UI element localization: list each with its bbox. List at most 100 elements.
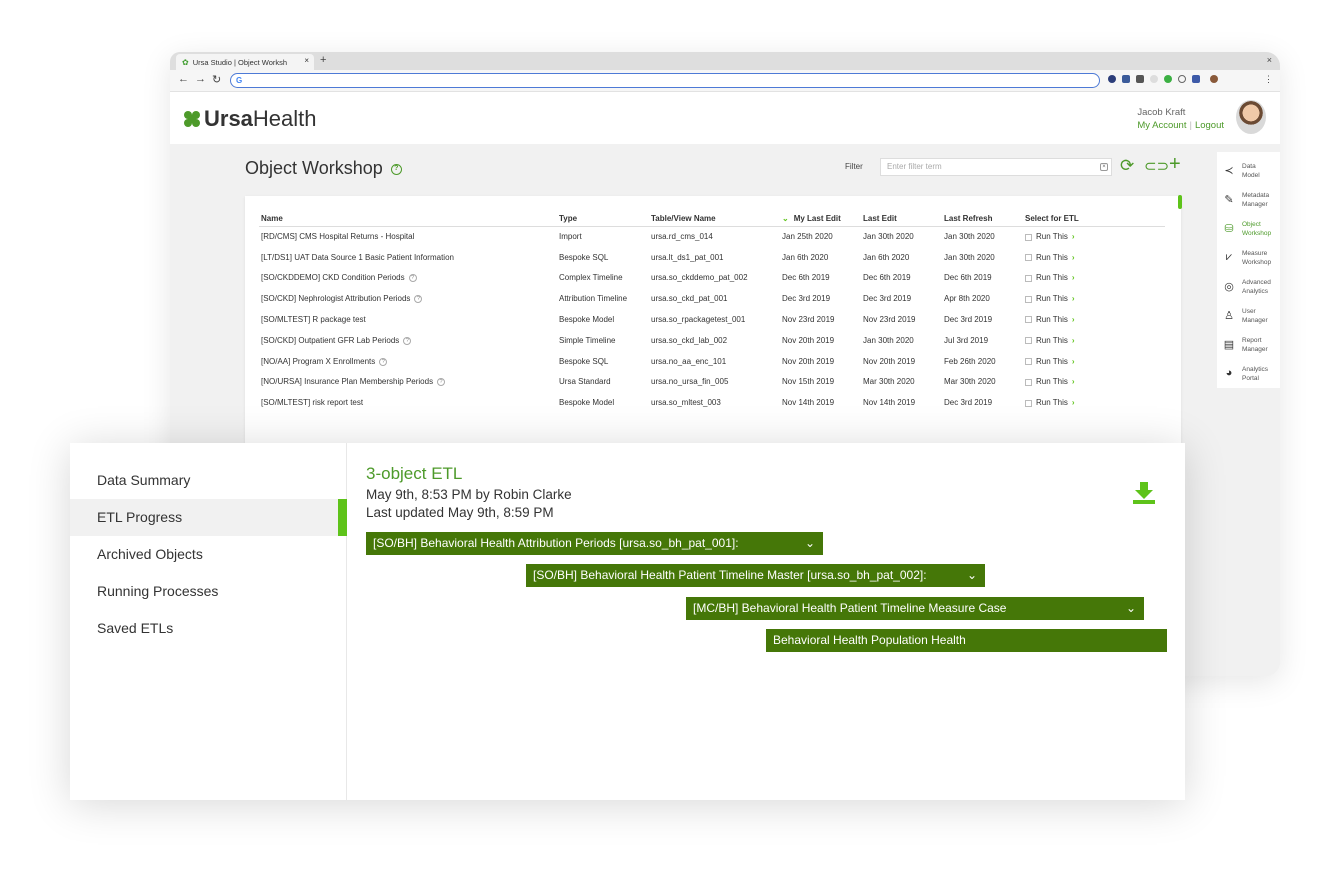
back-icon[interactable]: ←	[178, 73, 189, 85]
help-icon[interactable]: ?	[379, 357, 388, 366]
column-header-select-etl: Select for ETL	[1023, 212, 1165, 227]
chevron-right-icon[interactable]: ›	[1072, 336, 1075, 345]
extension-icon[interactable]	[1136, 75, 1144, 83]
column-header-last-refresh[interactable]: Last Refresh	[942, 212, 1023, 227]
reload-icon[interactable]: ↻	[212, 73, 221, 86]
side-menu-item[interactable]: ≺ Data Model	[1217, 157, 1280, 186]
browser-tab[interactable]: ✿ Ursa Studio | Object Worksh ×	[176, 54, 314, 70]
last-refresh-cell-text: Dec 6th 2019	[944, 273, 992, 283]
nav-item-etl-progress[interactable]: ETL Progress	[70, 499, 347, 536]
help-icon[interactable]: ?	[403, 336, 412, 345]
extension-icon[interactable]	[1108, 75, 1116, 83]
name-cell: [SO/CKDDEMO] CKD Condition Periods?	[259, 268, 557, 289]
column-header-name[interactable]: Name	[259, 212, 557, 227]
ursa-favicon-icon: ✿	[182, 57, 189, 67]
refresh-icon[interactable]: ⟳	[1120, 156, 1134, 176]
column-header-table[interactable]: Table/View Name	[649, 212, 780, 227]
column-header-last-edit[interactable]: Last Edit	[861, 212, 942, 227]
run-this-checkbox[interactable]	[1025, 295, 1032, 303]
nav-item-archived-objects[interactable]: Archived Objects	[70, 536, 347, 573]
table-row[interactable]: [NO/URSA] Insurance Plan Membership Peri…	[259, 372, 1165, 393]
forward-icon[interactable]: →	[195, 73, 206, 85]
chart-person-icon: ⩗	[1225, 251, 1233, 263]
side-menu-item[interactable]: ⛁ Object Workshop	[1217, 215, 1280, 244]
my-last-edit-cell: Jan 6th 2020	[780, 247, 861, 268]
nav-item-data-summary[interactable]: Data Summary	[70, 462, 347, 499]
avatar[interactable]	[1236, 100, 1266, 134]
nav-item-saved-etls[interactable]: Saved ETLs	[70, 610, 347, 647]
nav-item-running-processes[interactable]: Running Processes	[70, 573, 347, 610]
etl-object-bar[interactable]: [SO/BH] Behavioral Health Attribution Pe…	[366, 532, 823, 555]
logout-link[interactable]: Logout	[1195, 120, 1224, 131]
run-this-checkbox[interactable]	[1025, 337, 1032, 345]
help-icon[interactable]: ?	[408, 274, 417, 283]
select-etl-cell: Run This ›	[1023, 372, 1165, 393]
chevron-right-icon[interactable]: ›	[1072, 377, 1075, 386]
column-header-my-last-edit[interactable]: ⌄ My Last Edit	[780, 212, 861, 227]
table-row[interactable]: [SO/MLTEST] risk report test Bespoke Mode…	[259, 392, 1165, 413]
toggle-icon[interactable]: ⊂⊃	[1144, 157, 1169, 175]
table-row[interactable]: [NO/AA] Program X Enrollments? Bespoke SQ…	[259, 351, 1165, 372]
table-row[interactable]: [SO/CKD] Outpatient GFR Lab Periods? Simp…	[259, 330, 1165, 351]
chevron-right-icon[interactable]: ›	[1072, 253, 1075, 262]
download-icon[interactable]	[1132, 481, 1156, 505]
profile-avatar-icon[interactable]	[1210, 75, 1218, 83]
table-row[interactable]: [LT/DS1] UAT Data Source 1 Basic Patient…	[259, 247, 1165, 268]
new-tab-button[interactable]: +	[320, 54, 326, 66]
clear-filter-icon[interactable]: ×	[1100, 163, 1108, 171]
etl-object-bar[interactable]: [SO/BH] Behavioral Health Patient Timeli…	[526, 564, 985, 587]
run-this-checkbox[interactable]	[1025, 233, 1032, 241]
browser-menu-icon[interactable]: ⋮	[1264, 74, 1273, 85]
ursa-health-logo[interactable]: Ursa Health	[184, 106, 317, 132]
run-this-label: Run This	[1036, 315, 1068, 325]
last-refresh-cell: Jan 30th 2020	[942, 226, 1023, 247]
table-row[interactable]: [RD/CMS] CMS Hospital Returns - Hospital…	[259, 226, 1165, 247]
tab-close-icon[interactable]: ×	[304, 56, 309, 65]
run-this-checkbox[interactable]	[1025, 254, 1032, 262]
chevron-down-icon[interactable]: ⌄	[1126, 597, 1136, 620]
scrollbar-thumb[interactable]	[1178, 195, 1182, 209]
side-menu-item[interactable]: ◎ Advanced Analytics	[1217, 273, 1280, 302]
table-row[interactable]: [SO/MLTEST] R package test Bespoke Model u…	[259, 309, 1165, 330]
type-cell: Simple Timeline	[557, 330, 649, 351]
window-close-icon[interactable]: ×	[1267, 55, 1272, 65]
run-this-checkbox[interactable]	[1025, 399, 1032, 407]
extension-icon[interactable]	[1122, 75, 1130, 83]
extension-icon[interactable]	[1192, 75, 1200, 83]
chevron-right-icon[interactable]: ›	[1072, 357, 1075, 366]
etl-object-bar: Behavioral Health Population Health	[766, 629, 1167, 652]
column-header-type[interactable]: Type	[557, 212, 649, 227]
extension-icon[interactable]	[1178, 75, 1186, 83]
add-object-icon[interactable]: +	[1169, 153, 1181, 176]
help-icon[interactable]: ?	[414, 295, 423, 304]
run-this-checkbox[interactable]	[1025, 378, 1032, 386]
etl-object-bar[interactable]: [MC/BH] Behavioral Health Patient Timeli…	[686, 597, 1144, 620]
chevron-down-icon[interactable]: ⌄	[967, 564, 977, 587]
filter-input[interactable]: Enter filter term ×	[880, 158, 1112, 176]
my-account-link[interactable]: My Account	[1137, 120, 1186, 131]
chevron-down-icon[interactable]: ⌄	[805, 532, 815, 555]
help-icon[interactable]: ?	[390, 163, 402, 175]
side-menu-item[interactable]: ✎ Metadata Manager	[1217, 186, 1280, 215]
side-menu-item[interactable]: ⩗ Measure Workshop	[1217, 244, 1280, 273]
help-icon[interactable]: ?	[437, 378, 446, 387]
side-menu-item[interactable]: ◕ Analytics Portal	[1217, 360, 1280, 389]
side-menu-item[interactable]: ▤ Report Manager	[1217, 331, 1280, 360]
chevron-right-icon[interactable]: ›	[1072, 315, 1075, 324]
run-this-checkbox[interactable]	[1025, 316, 1032, 324]
chevron-right-icon[interactable]: ›	[1072, 294, 1075, 303]
chevron-right-icon[interactable]: ›	[1072, 232, 1075, 241]
table-name-cell: ursa.so_rpackagetest_001	[649, 309, 780, 330]
table-row[interactable]: [SO/CKD] Nephrologist Attribution Period…	[259, 288, 1165, 309]
table-row[interactable]: [SO/CKDDEMO] CKD Condition Periods? Compl…	[259, 268, 1165, 289]
chevron-right-icon[interactable]: ›	[1072, 398, 1075, 407]
extension-icon[interactable]	[1150, 75, 1158, 83]
last-edit-cell-text: Nov 20th 2019	[863, 356, 916, 366]
address-bar[interactable]: G	[230, 73, 1100, 88]
type-cell: Bespoke SQL	[557, 351, 649, 372]
side-menu-item[interactable]: ♙ User Manager	[1217, 302, 1280, 331]
run-this-checkbox[interactable]	[1025, 358, 1032, 366]
run-this-checkbox[interactable]	[1025, 274, 1032, 282]
chevron-right-icon[interactable]: ›	[1072, 273, 1075, 282]
extension-icon[interactable]	[1164, 75, 1172, 83]
